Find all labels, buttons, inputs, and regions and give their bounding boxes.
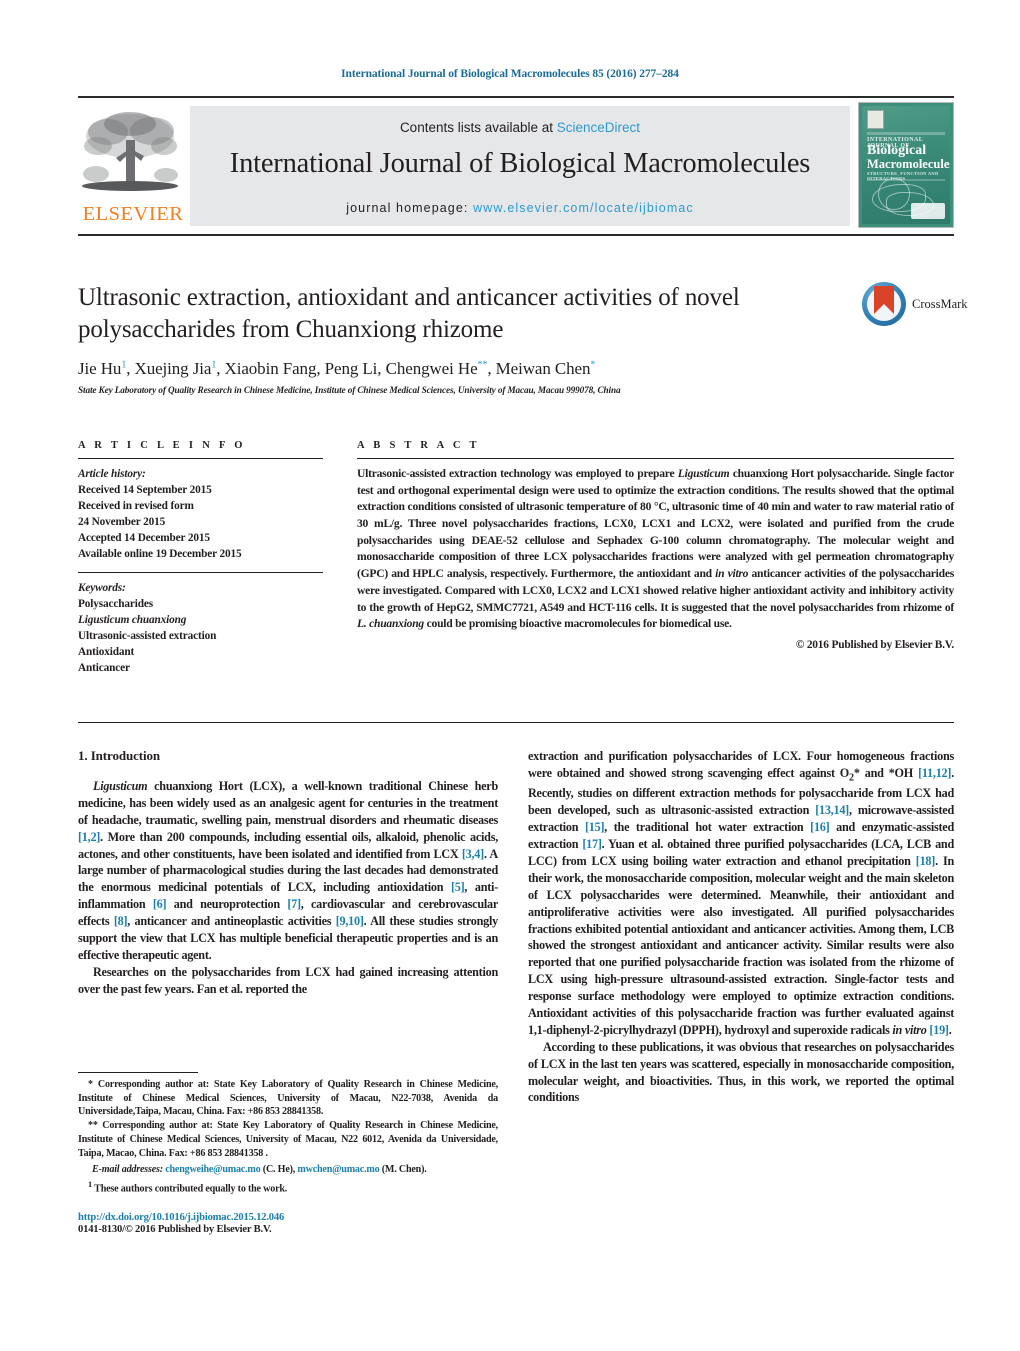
sciencedirect-link[interactable]: ScienceDirect: [557, 120, 640, 135]
abstract-column: A B S T R A C T Ultrasonic-assisted extr…: [357, 440, 954, 651]
footnote-divider: [78, 1072, 198, 1073]
article-info-heading: A R T I C L E I N F O: [78, 440, 246, 451]
corresponding-author-note-1: * Corresponding author at: State Key Lab…: [78, 1079, 498, 1118]
corresponding-author-note-2: ** Corresponding author at: State Key La…: [78, 1120, 498, 1159]
paper-page: International Journal of Biological Macr…: [0, 0, 1020, 1351]
divider: [78, 722, 954, 723]
divider: [78, 458, 323, 459]
cover-title-2: Macromolecules: [867, 157, 950, 171]
journal-masthead: ELSEVIER Contents lists available at Sci…: [78, 96, 954, 236]
equal-contribution-note: 1 These authors contributed equally to t…: [88, 1180, 288, 1195]
cover-title-1: Biological: [867, 143, 927, 158]
keyword-item: Polysaccharides: [78, 598, 153, 611]
history-item: Accepted 14 December 2015: [78, 532, 210, 545]
keyword-item: Ultrasonic-assisted extraction: [78, 630, 217, 643]
introduction-heading: 1. Introduction: [78, 748, 161, 763]
affiliation: State Key Laboratory of Quality Research…: [78, 385, 621, 395]
homepage-label: journal homepage:: [346, 201, 474, 215]
article-info-column: A R T I C L E I N F O Article history: R…: [78, 440, 323, 676]
history-item: Available online 19 December 2015: [78, 548, 242, 561]
doi-link[interactable]: http://dx.doi.org/10.1016/j.ijbiomac.201…: [78, 1212, 498, 1223]
keyword-item: Antioxidant: [78, 646, 135, 659]
abstract-heading: A B S T R A C T: [357, 440, 480, 451]
keywords-block: Keywords: Polysaccharides Ligusticum chu…: [78, 580, 323, 676]
homepage-line: journal homepage: www.elsevier.com/locat…: [190, 201, 850, 215]
article-history: Article history: Received 14 September 2…: [78, 466, 323, 562]
history-item: 24 November 2015: [78, 516, 166, 529]
paragraph: Researches on the polysaccharides from L…: [78, 964, 498, 996]
abstract-copyright: © 2016 Published by Elsevier B.V.: [795, 638, 954, 651]
paragraph: Ligusticum chuanxiong Hort (LCX), a well…: [78, 779, 498, 962]
divider: [357, 458, 954, 459]
paragraph: According to these publications, it was …: [528, 1039, 954, 1105]
title-block: Ultrasonic extraction, antioxidant and a…: [78, 282, 868, 395]
issn-copyright: 0141-8130/© 2016 Published by Elsevier B…: [78, 1224, 272, 1235]
body-column-left: 1. Introduction Ligusticum chuanxiong Ho…: [78, 748, 498, 998]
keyword-item: Ligusticum chuanxiong: [78, 614, 187, 627]
abstract-text: Ultrasonic-assisted extraction technolog…: [357, 467, 955, 631]
footnotes-block: * Corresponding author at: State Key Lab…: [78, 1072, 498, 1196]
journal-cover-thumbnail: INTERNATIONAL JOURNAL OF Biological Macr…: [858, 102, 954, 228]
cover-artwork-3: [878, 178, 910, 210]
cover-sciencedirect-badge: [911, 203, 945, 219]
elsevier-logo: ELSEVIER: [78, 104, 188, 228]
cover-elsevier-mark: [867, 110, 884, 129]
crossmark-circle-icon: [862, 282, 906, 326]
page-title: Ultrasonic extraction, antioxidant and a…: [78, 284, 740, 343]
history-item: Received in revised form: [78, 500, 194, 513]
elsevier-wordmark: ELSEVIER: [82, 203, 184, 225]
divider: [78, 572, 323, 574]
email-addresses-note[interactable]: E-mail addresses: chengweihe@umac.mo (C.…: [78, 1163, 498, 1177]
keyword-item: Anticancer: [78, 662, 130, 675]
journal-title: International Journal of Biological Macr…: [229, 148, 811, 179]
running-head: International Journal of Biological Macr…: [341, 68, 679, 80]
elsevier-tree-icon: [82, 112, 178, 191]
paragraph: extraction and purification polysacchari…: [528, 749, 954, 1037]
contents-line: Contents lists available at ScienceDirec…: [190, 120, 850, 135]
cover-toprule: [867, 132, 945, 135]
article-history-label: Article history:: [78, 468, 146, 480]
crossmark-label: CrossMark: [912, 297, 968, 311]
author-list: Jie Hu1, Xuejing Jia1, Xiaobin Fang, Pen…: [78, 359, 596, 378]
keywords-label: Keywords:: [78, 582, 126, 595]
contents-prefix: Contents lists available at: [399, 120, 557, 135]
crossmark-badge[interactable]: CrossMark: [862, 282, 968, 328]
journal-band: Contents lists available at ScienceDirec…: [190, 106, 850, 226]
body-column-right: extraction and purification polysacchari…: [528, 748, 954, 1106]
footer-block: http://dx.doi.org/10.1016/j.ijbiomac.201…: [78, 1212, 498, 1235]
homepage-url-link[interactable]: www.elsevier.com/locate/ijbiomac: [473, 201, 694, 215]
history-item: Received 14 September 2015: [78, 484, 212, 497]
cover-midrule: [867, 179, 945, 181]
